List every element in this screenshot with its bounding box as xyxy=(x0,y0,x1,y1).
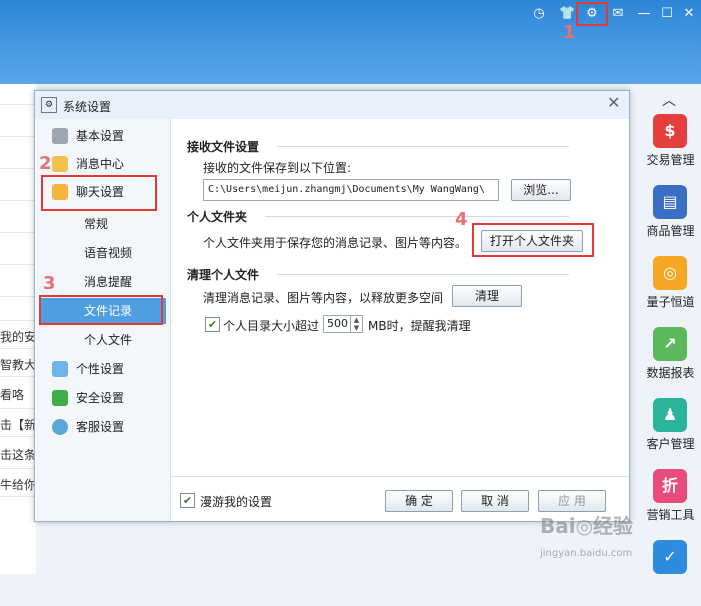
dialog-title-bar[interactable]: ⚙ 系统设置 ✕ xyxy=(35,91,629,119)
dollar-icon: $ xyxy=(653,114,687,148)
envelope-icon xyxy=(52,156,68,172)
section-divider xyxy=(277,146,569,147)
subnav-label: 消息提醒 xyxy=(84,275,133,289)
sidebar-item-customers[interactable]: ♟ 客户管理 xyxy=(640,398,701,464)
step-marker-4: 4 xyxy=(455,209,468,230)
sidebar-item-quantum[interactable]: ◎ 量子恒道 xyxy=(640,256,701,322)
sidebar-label: 交易管理 xyxy=(646,153,695,167)
clock-icon[interactable]: ◷ xyxy=(531,6,547,22)
subnav-general[interactable]: 常规 xyxy=(40,211,166,237)
calendar-check-icon: ✓ xyxy=(653,540,687,574)
background-line: 击【新 xyxy=(0,418,36,432)
nav-label: 基本设置 xyxy=(76,129,125,143)
section-receive-files: 接收文件设置 xyxy=(187,140,260,154)
sidebar-item-calendar[interactable]: ✓ xyxy=(640,540,701,606)
open-folder-highlight-box xyxy=(472,223,594,257)
subnav-label: 语音视频 xyxy=(84,246,133,260)
background-line: 智教大叶 xyxy=(0,358,36,372)
palette-icon xyxy=(52,361,68,377)
dialog-title: 系统设置 xyxy=(63,100,112,114)
background-line: 我的安 xyxy=(0,330,36,344)
cancel-button[interactable]: 取 消 xyxy=(461,490,529,512)
sidebar-item-trade[interactable]: $ 交易管理 xyxy=(640,114,701,180)
goods-icon: ▤ xyxy=(653,185,687,219)
settings-app-icon: ⚙ xyxy=(41,97,57,113)
gear-highlight-box xyxy=(576,2,608,26)
footer-divider xyxy=(171,476,629,477)
mail-icon[interactable]: ✉ xyxy=(610,6,626,22)
chat-settings-highlight-box xyxy=(41,175,157,211)
watermark-url: jingyan.baidu.com xyxy=(540,548,633,559)
browse-button[interactable]: 浏览... xyxy=(511,179,571,201)
nav-label: 安全设置 xyxy=(76,391,125,405)
file-records-highlight-box xyxy=(39,295,163,325)
section-clean-files: 清理个人文件 xyxy=(187,268,260,282)
sidebar-label: 商品管理 xyxy=(646,224,695,238)
sidebar-item-goods[interactable]: ▤ 商品管理 xyxy=(640,185,701,251)
sidebar-label: 营销工具 xyxy=(646,508,695,522)
watermark-brand: Bai◎经验 xyxy=(540,514,634,538)
nav-item-security[interactable]: 安全设置 xyxy=(40,385,162,411)
background-chat-list: 我的安 智教大叶 看咯 击【新 击这条 牛给你 xyxy=(0,84,36,574)
section-divider xyxy=(277,274,569,275)
sidebar-label: 量子恒道 xyxy=(646,295,695,309)
sidebar-item-reports[interactable]: ↗ 数据报表 xyxy=(640,327,701,393)
stepper-arrows-icon[interactable]: ▲ ▼ xyxy=(350,316,362,332)
right-sidebar: ︿ $ 交易管理 ▤ 商品管理 ◎ 量子恒道 ↗ 数据报表 ♟ 客户管理 折 营… xyxy=(640,84,701,574)
background-line: 击这条 xyxy=(0,448,36,462)
background-line: 看咯 xyxy=(0,388,25,402)
size-limit-checkbox[interactable]: ✔ xyxy=(205,317,220,332)
ok-button[interactable]: 确 定 xyxy=(385,490,453,512)
nav-label: 消息中心 xyxy=(76,157,125,171)
personal-folder-text: 个人文件夹用于保存您的消息记录、图片等内容。 xyxy=(203,236,468,250)
size-limit-stepper[interactable]: 500 ▲ ▼ xyxy=(323,315,363,333)
scroll-up-icon[interactable]: ︿ xyxy=(662,90,676,110)
step-marker-2: 2 xyxy=(39,153,52,174)
tshirt-icon[interactable]: 👕 xyxy=(559,6,575,22)
receive-files-text: 接收的文件保存到以下位置: xyxy=(203,161,352,175)
headset-icon xyxy=(52,419,68,435)
section-divider xyxy=(265,216,569,217)
nav-item-message-center[interactable]: 消息中心 xyxy=(40,151,162,177)
nav-item-basic[interactable]: 基本设置 xyxy=(40,123,162,149)
quantum-icon: ◎ xyxy=(653,256,687,290)
step-marker-3: 3 xyxy=(43,273,56,294)
minimize-icon[interactable]: — xyxy=(636,6,652,22)
section-personal-folder: 个人文件夹 xyxy=(187,210,248,224)
discount-icon: 折 xyxy=(653,469,687,503)
sidebar-label: 数据报表 xyxy=(646,366,695,380)
clean-button[interactable]: 清理 xyxy=(452,285,522,307)
sidebar-label: 客户管理 xyxy=(646,437,695,451)
size-limit-suffix: MB时，提醒我清理 xyxy=(368,319,471,333)
apply-button[interactable]: 应 用 xyxy=(538,490,606,512)
roam-settings-label: 漫游我的设置 xyxy=(200,495,273,509)
background-line: 牛给你 xyxy=(0,478,36,492)
close-icon[interactable]: ✕ xyxy=(681,6,697,22)
size-limit-value: 500 xyxy=(327,317,348,330)
subnav-label: 常规 xyxy=(84,217,109,231)
step-marker-1: 1 xyxy=(563,22,576,43)
sidebar-item-marketing[interactable]: 折 营销工具 xyxy=(640,469,701,535)
maximize-icon[interactable]: ☐ xyxy=(659,6,675,22)
clean-files-text: 清理消息记录、图片等内容，以释放更多空间 xyxy=(203,291,444,305)
gear-icon xyxy=(52,128,68,144)
settings-dialog: ⚙ 系统设置 ✕ 基本设置 消息中心 聊天设置 常规 语音视频 消息提醒 文件记… xyxy=(34,90,630,522)
nav-label: 客服设置 xyxy=(76,420,125,434)
customer-icon: ♟ xyxy=(653,398,687,432)
subnav-voice-video[interactable]: 语音视频 xyxy=(40,240,166,266)
roam-settings-checkbox[interactable]: ✔ xyxy=(180,493,195,508)
nav-item-customer-service[interactable]: 客服设置 xyxy=(40,414,162,440)
size-limit-prefix: 个人目录大小超过 xyxy=(223,319,320,333)
nav-label: 个性设置 xyxy=(76,362,125,376)
subnav-label: 个人文件 xyxy=(84,333,133,347)
dialog-close-icon[interactable]: ✕ xyxy=(607,93,620,112)
subnav-personal-files[interactable]: 个人文件 xyxy=(40,327,166,353)
subnav-message-alert[interactable]: 消息提醒 xyxy=(40,269,166,295)
nav-item-personalize[interactable]: 个性设置 xyxy=(40,356,162,382)
chart-icon: ↗ xyxy=(653,327,687,361)
shield-icon xyxy=(52,390,68,406)
receive-path-field[interactable]: C:\Users\meijun.zhangmj\Documents\My Wan… xyxy=(203,179,499,201)
